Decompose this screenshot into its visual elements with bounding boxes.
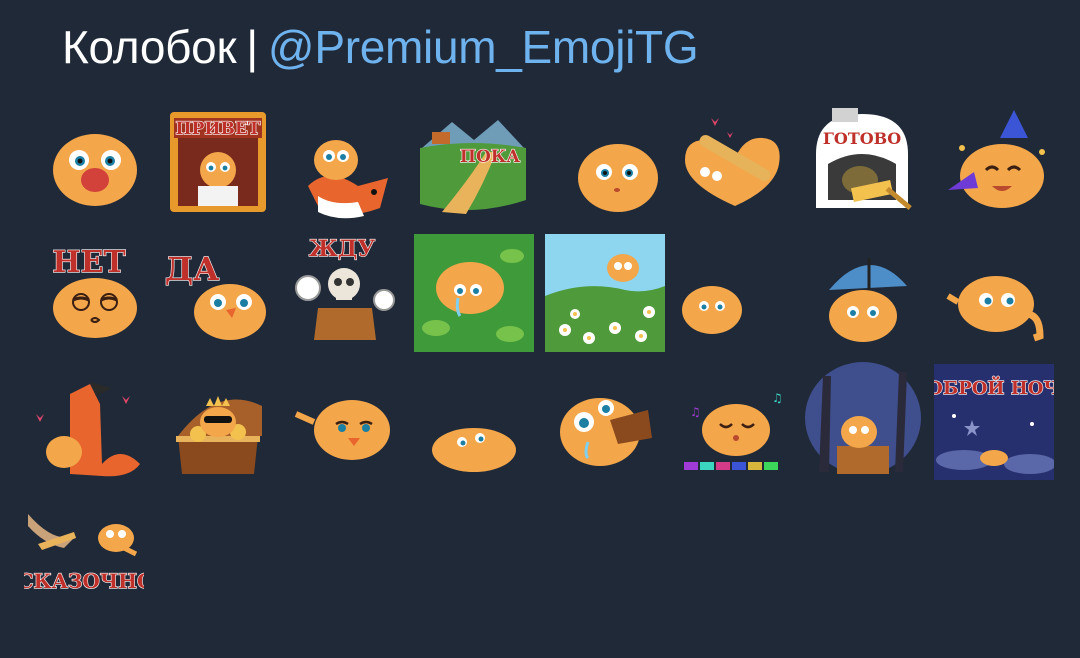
sticker-fox-carry[interactable]	[288, 116, 408, 236]
caption-zhdu: ЖДУ	[309, 236, 375, 262]
sticker-party-horn[interactable]	[938, 108, 1058, 228]
sticker-daisy-meadow[interactable]	[545, 234, 665, 354]
sticker-road-goodbye[interactable]: ПОКА	[412, 108, 532, 228]
sticker-flat-lying[interactable]	[420, 386, 540, 506]
caption-gotovo: ГОТОВО	[823, 129, 901, 148]
caption-poka: ПОКА	[460, 147, 520, 167]
caption-privet: ПРИВЕТ	[176, 119, 261, 139]
caption-net: НЕТ	[52, 245, 126, 280]
caption-dobroy-nochi: ДОБРОЙ НОЧИ	[934, 375, 1054, 399]
caption-da: ДА	[165, 250, 220, 288]
sticker-small-blob[interactable]	[672, 252, 792, 372]
channel-link[interactable]: @Premium_EmojiTG	[268, 21, 699, 73]
sticker-duck-lips-point[interactable]	[290, 376, 410, 496]
svg-text:♫: ♫	[690, 405, 701, 419]
sticker-lily-pond-crying[interactable]	[414, 234, 534, 354]
sticker-fox-love[interactable]	[30, 374, 150, 494]
sticker-treasure-chest[interactable]	[158, 380, 278, 500]
sticker-dance-floor[interactable]: ♫ ♫	[676, 376, 796, 496]
sticker-umbrella-sad[interactable]	[815, 246, 935, 366]
sticker-plain-face[interactable]	[560, 118, 680, 238]
pack-name: Колобок	[62, 21, 237, 73]
sticker-yes-duck[interactable]: ДА	[158, 238, 278, 358]
sticker-window-greeting[interactable]: ПРИВЕТ	[158, 104, 278, 224]
sticker-no-glasses[interactable]: НЕТ	[35, 236, 155, 356]
sticker-pack-panel: Колобок | @Premium_EmojiTG ПРИВЕТ ПОКА Г…	[0, 0, 1080, 658]
title-separator: |	[246, 21, 258, 73]
sticker-side-eye-wave[interactable]	[940, 246, 1060, 366]
sticker-drinking-cup[interactable]	[548, 380, 668, 500]
sticker-night-forest-stump[interactable]	[803, 362, 923, 482]
sticker-rolling-pin-heart[interactable]	[675, 106, 795, 226]
sticker-wait-skeleton[interactable]: ЖДУ	[288, 232, 408, 352]
sticker-good-night[interactable]: ДОБРОЙ НОЧИ	[934, 364, 1054, 484]
sticker-face-big-nose[interactable]	[35, 108, 155, 228]
sticker-oven-done[interactable]: ГОТОВО	[802, 104, 922, 224]
pack-title: Колобок | @Premium_EmojiTG	[62, 18, 699, 76]
caption-skazochno: СКАЗОЧНО	[24, 569, 144, 593]
sticker-magic-flying[interactable]: СКАЗОЧНО	[24, 504, 144, 624]
svg-text:♫: ♫	[772, 391, 783, 405]
